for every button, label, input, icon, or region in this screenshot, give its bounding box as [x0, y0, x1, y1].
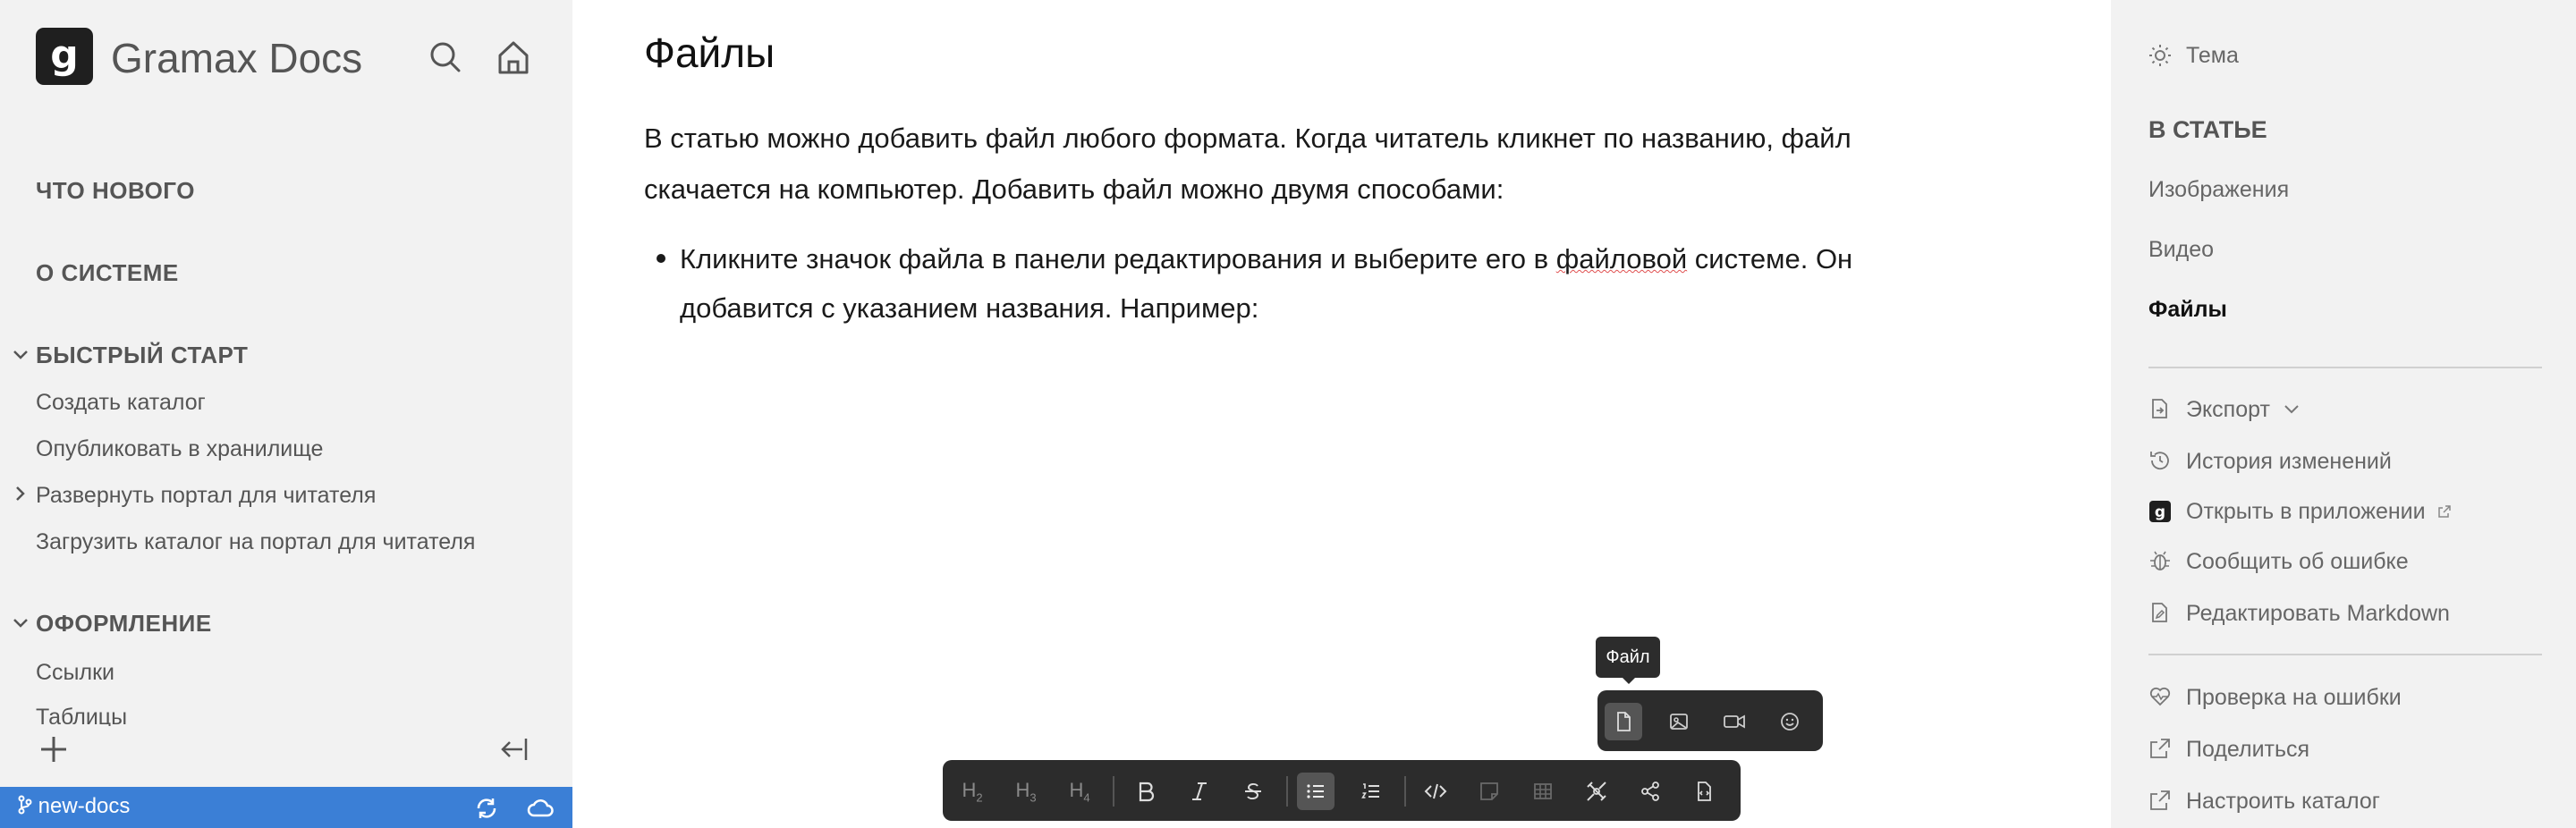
add-icon[interactable]	[38, 733, 70, 765]
image-icon[interactable]	[1660, 703, 1698, 740]
edit-markdown-button[interactable]: Редактировать Markdown	[2186, 601, 2450, 627]
nav-section-quick-start[interactable]: БЫСТРЫЙ СТАРТ	[36, 342, 248, 369]
table-icon[interactable]	[1524, 773, 1562, 810]
insert-toolbar	[1597, 690, 1823, 751]
history-button[interactable]: История изменений	[2186, 449, 2392, 475]
chevron-down-icon	[2284, 405, 2299, 414]
check-errors-button[interactable]: Проверка на ошибки	[2186, 685, 2402, 711]
toc-heading: В СТАТЬЕ	[2148, 116, 2267, 143]
heading4-button[interactable]: H4	[1061, 773, 1098, 810]
video-icon[interactable]	[1716, 703, 1753, 740]
cloud-icon[interactable]	[526, 796, 555, 821]
heading2-button[interactable]: H2	[953, 773, 991, 810]
home-icon[interactable]	[496, 38, 531, 77]
app-logo[interactable]: g	[36, 28, 93, 85]
nav-item-deploy-portal[interactable]: Развернуть портал для читателя	[36, 483, 376, 509]
report-bug-button[interactable]: Сообщить об ошибке	[2186, 549, 2409, 575]
toolbar-divider	[1404, 776, 1406, 807]
export-button[interactable]: Экспорт	[2186, 397, 2300, 423]
open-in-app-button[interactable]: Открыть в приложении	[2186, 499, 2452, 525]
gramax-app-icon[interactable]: g	[2148, 500, 2172, 523]
diagram-tools-icon[interactable]	[1578, 773, 1615, 810]
divider	[2148, 367, 2542, 368]
markdown-edit-icon[interactable]	[2148, 601, 2172, 624]
share-button[interactable]: Поделиться	[2186, 737, 2309, 763]
theme-toggle[interactable]: Тема	[2186, 43, 2239, 69]
heart-check-icon[interactable]	[2148, 685, 2172, 708]
nav-item-tables[interactable]: Таблицы	[36, 705, 127, 726]
strikethrough-icon[interactable]	[1234, 773, 1272, 810]
share-icon[interactable]	[1631, 773, 1669, 810]
settings-icon[interactable]	[2148, 789, 2172, 812]
history-icon[interactable]	[2148, 449, 2172, 472]
snippet-icon[interactable]	[1685, 773, 1723, 810]
bullet-list-icon[interactable]	[1297, 773, 1335, 810]
configure-catalog-button[interactable]: Настроить каталог	[2186, 789, 2380, 815]
chevron-down-icon[interactable]	[13, 615, 29, 631]
heading3-button[interactable]: H3	[1007, 773, 1045, 810]
tooltip-arrow	[1622, 677, 1636, 684]
chevron-right-icon[interactable]	[13, 486, 29, 502]
branch-name: new-docs	[38, 794, 131, 818]
status-bar: new-docs	[0, 787, 572, 828]
chevron-down-icon[interactable]	[13, 347, 29, 363]
toolbar-divider	[1286, 776, 1288, 807]
right-sidebar: Тема В СТАТЬЕ Изображения Видео Файлы Эк…	[2111, 0, 2576, 828]
nav-item-upload-catalog[interactable]: Загрузить каталог на портал для читателя	[36, 529, 475, 555]
bold-icon[interactable]	[1127, 773, 1165, 810]
sync-icon[interactable]	[474, 796, 499, 821]
toolbar-divider	[1113, 776, 1114, 807]
share-link-icon[interactable]	[2148, 737, 2172, 760]
export-icon[interactable]	[2148, 397, 2172, 420]
bug-icon[interactable]	[2148, 549, 2172, 572]
nav-section-whats-new[interactable]: ЧТО НОВОГО	[36, 177, 195, 205]
editing-toolbar: H2 H3 H4	[943, 760, 1741, 821]
list-item: Кликните значок файла в панели редактиро…	[680, 243, 1853, 324]
svg-text:g: g	[2155, 503, 2165, 521]
nav-section-about[interactable]: О СИСТЕМЕ	[36, 259, 179, 287]
bullet-marker	[657, 254, 665, 263]
left-sidebar: g Gramax Docs ЧТО НОВОГО О СИСТЕМЕ БЫСТР…	[0, 0, 572, 828]
file-icon[interactable]	[1605, 703, 1642, 740]
search-icon[interactable]	[428, 38, 463, 77]
toc-item-files[interactable]: Файлы	[2148, 297, 2227, 323]
tooltip: Файл	[1596, 637, 1660, 678]
nav-item-links[interactable]: Ссылки	[36, 660, 114, 686]
code-icon[interactable]	[1417, 773, 1454, 810]
sun-icon[interactable]	[2148, 44, 2172, 67]
article-paragraph: В статью можно добавить файл любого форм…	[644, 123, 1852, 205]
spellcheck-word[interactable]: файловой	[1556, 243, 1687, 275]
branch-indicator[interactable]: new-docs	[18, 794, 130, 819]
page-title: Файлы	[644, 30, 775, 76]
toc-item-images[interactable]: Изображения	[2148, 177, 2289, 203]
emoji-icon[interactable]	[1771, 703, 1809, 740]
nav-item-create-catalog[interactable]: Создать каталог	[36, 390, 206, 416]
nav-section-design[interactable]: ОФОРМЛЕНИЕ	[36, 610, 212, 638]
divider	[2148, 654, 2542, 655]
app-title[interactable]: Gramax Docs	[111, 34, 362, 82]
external-link-icon	[2437, 505, 2451, 518]
toc-item-video[interactable]: Видео	[2148, 237, 2214, 263]
note-icon[interactable]	[1470, 773, 1508, 810]
nav-item-publish[interactable]: Опубликовать в хранилище	[36, 436, 323, 462]
italic-icon[interactable]	[1181, 773, 1218, 810]
collapse-sidebar-icon[interactable]	[497, 733, 530, 765]
numbered-list-icon[interactable]	[1352, 773, 1390, 810]
